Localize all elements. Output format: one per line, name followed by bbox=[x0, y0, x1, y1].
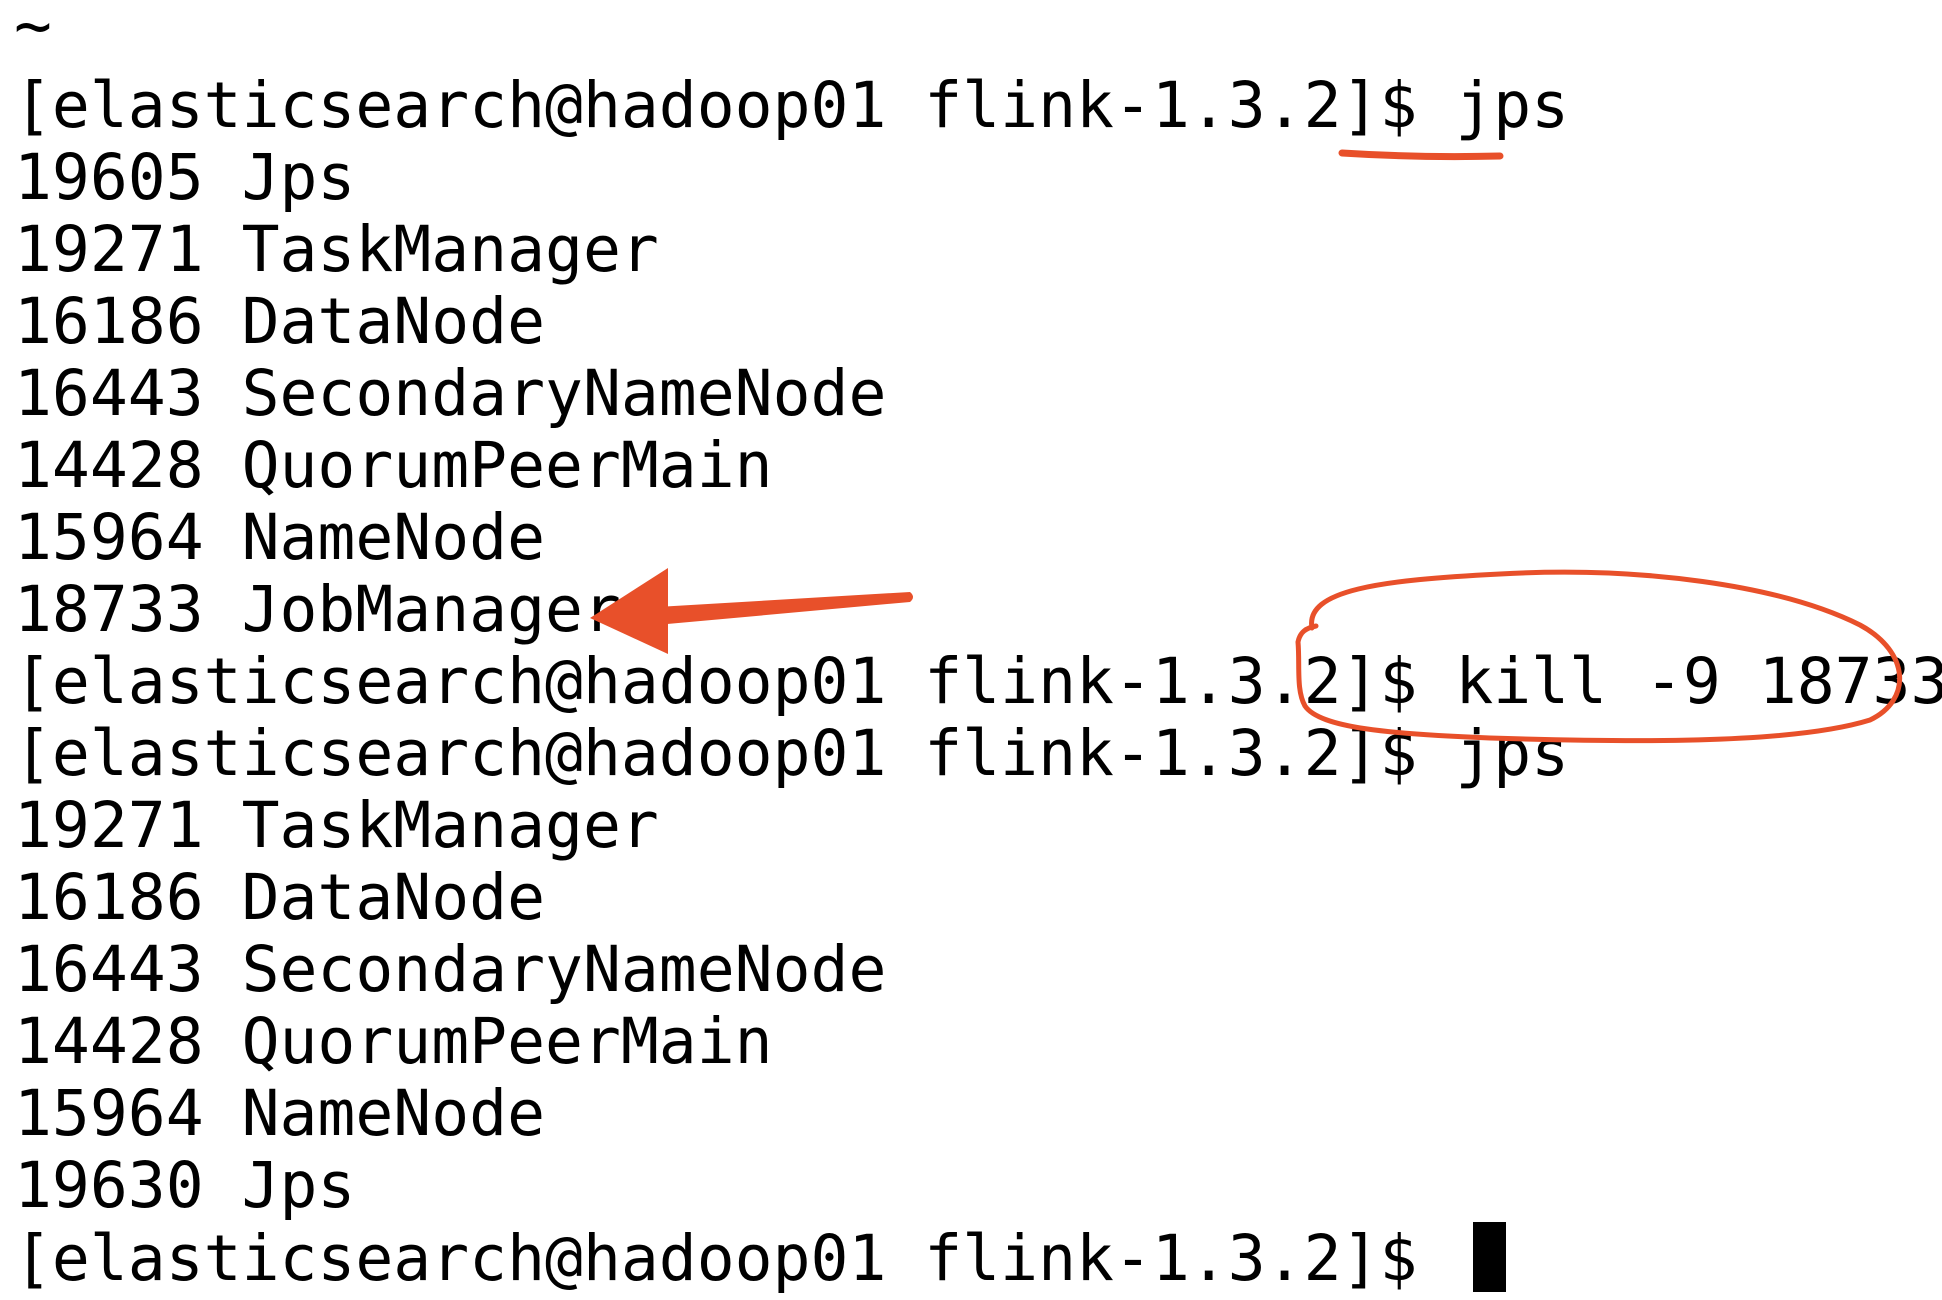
terminal-line-tilde: ~ bbox=[14, 0, 52, 62]
command-kill: kill -9 18733 bbox=[1455, 645, 1942, 718]
output-line: 16186 DataNode bbox=[14, 861, 546, 934]
output-line: 19630 Jps bbox=[14, 1149, 356, 1222]
prompt-line-jps-1: [elasticsearch@hadoop01 flink-1.3.2]$ jp… bbox=[14, 70, 1569, 142]
output-line: 16186 DataNode bbox=[14, 285, 546, 358]
command-jps-1: jps bbox=[1455, 69, 1570, 142]
shell-prompt: [elasticsearch@hadoop01 flink-1.3.2]$ bbox=[14, 717, 1418, 790]
prompt-line-jps-2: [elasticsearch@hadoop01 flink-1.3.2]$ jp… bbox=[14, 718, 1569, 790]
terminal-window[interactable]: ~ [elasticsearch@hadoop01 flink-1.3.2]$ … bbox=[14, 0, 1942, 1300]
output-line: 14428 QuorumPeerMain bbox=[14, 429, 773, 502]
shell-prompt: [elasticsearch@hadoop01 flink-1.3.2]$ bbox=[14, 1222, 1418, 1295]
output-line: 16443 SecondaryNameNode bbox=[14, 357, 887, 430]
output-line: 15964 NameNode bbox=[14, 1077, 546, 1150]
output-line-jobmanager: 18733 JobManager bbox=[14, 573, 621, 646]
prompt-line-current[interactable]: [elasticsearch@hadoop01 flink-1.3.2]$ bbox=[14, 1222, 1507, 1295]
output-line: 19271 TaskManager bbox=[14, 789, 659, 862]
shell-prompt: [elasticsearch@hadoop01 flink-1.3.2]$ bbox=[14, 645, 1418, 718]
prompt-line-kill: [elasticsearch@hadoop01 flink-1.3.2]$ ki… bbox=[14, 646, 1942, 718]
command-jps-2: jps bbox=[1455, 717, 1570, 790]
output-line: 19271 TaskManager bbox=[14, 213, 659, 286]
output-line: 14428 QuorumPeerMain bbox=[14, 1005, 773, 1078]
shell-prompt: [elasticsearch@hadoop01 flink-1.3.2]$ bbox=[14, 69, 1418, 142]
output-line: 19605 Jps bbox=[14, 141, 356, 214]
text-cursor bbox=[1473, 1222, 1507, 1292]
output-line: 15964 NameNode bbox=[14, 501, 546, 574]
output-line: 16443 SecondaryNameNode bbox=[14, 933, 887, 1006]
